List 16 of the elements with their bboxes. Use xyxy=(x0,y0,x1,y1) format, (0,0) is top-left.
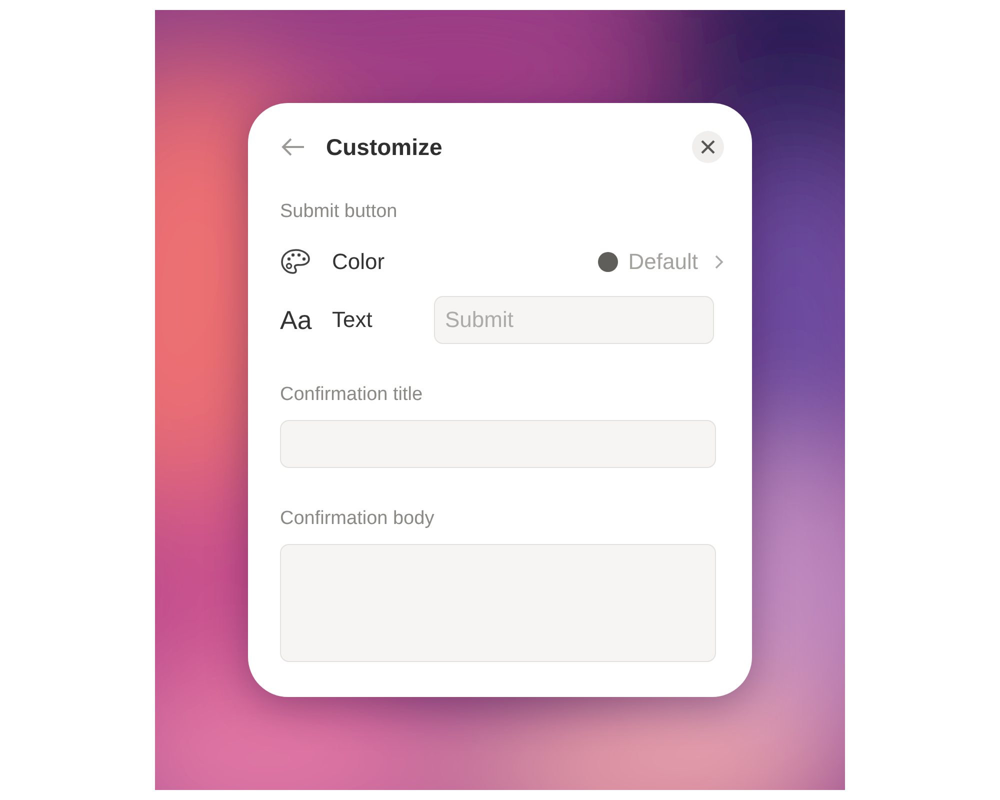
chevron-icon xyxy=(714,254,724,270)
back-icon[interactable] xyxy=(280,137,306,157)
input-field[interactable] xyxy=(280,420,716,468)
close-button[interactable] xyxy=(692,131,724,163)
section-label: Submit button xyxy=(280,201,398,223)
close-icon xyxy=(701,140,715,154)
palette-icon xyxy=(280,248,312,276)
input-field[interactable]: Submit xyxy=(434,296,714,344)
field-label: Confirmation title xyxy=(280,384,424,406)
setting-label: Color xyxy=(332,249,385,275)
field-label: Confirmation body xyxy=(280,508,436,530)
color-picker[interactable]: Default xyxy=(598,249,724,275)
setting-label: Text xyxy=(332,307,374,333)
text-format-icon: Aa xyxy=(280,304,332,336)
dialog-title: Customize xyxy=(326,134,444,160)
input-field[interactable] xyxy=(280,544,716,662)
